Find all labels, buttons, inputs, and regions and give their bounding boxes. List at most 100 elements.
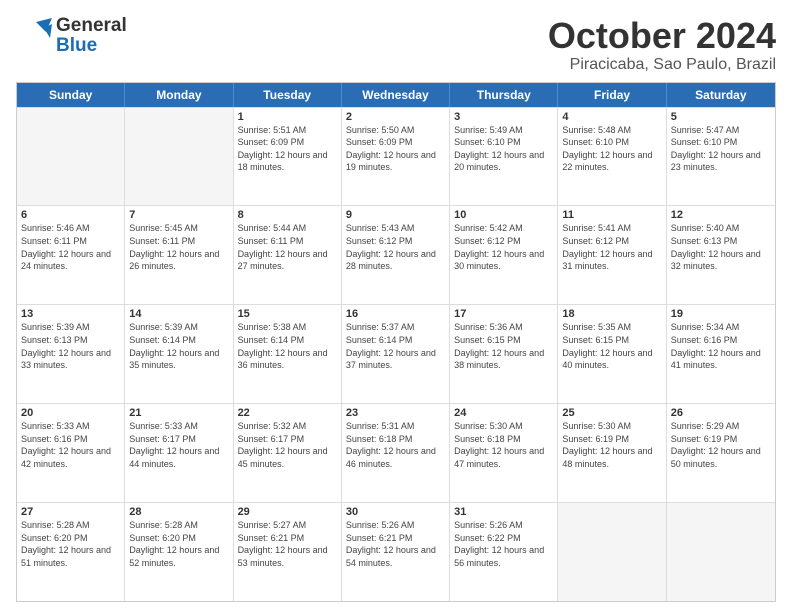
calendar-day-cell: 9Sunrise: 5:43 AM Sunset: 6:12 PM Daylig… xyxy=(342,206,450,304)
day-number: 16 xyxy=(346,308,445,320)
header: GeneralBlue October 2024 Piracicaba, Sao… xyxy=(16,16,776,74)
day-info: Sunrise: 5:38 AM Sunset: 6:14 PM Dayligh… xyxy=(238,321,337,371)
day-info: Sunrise: 5:36 AM Sunset: 6:15 PM Dayligh… xyxy=(454,321,553,371)
calendar-day-cell: 2Sunrise: 5:50 AM Sunset: 6:09 PM Daylig… xyxy=(342,108,450,206)
calendar-day-cell: 7Sunrise: 5:45 AM Sunset: 6:11 PM Daylig… xyxy=(125,206,233,304)
day-number: 13 xyxy=(21,308,120,320)
day-number: 23 xyxy=(346,407,445,419)
calendar-day-cell xyxy=(17,108,125,206)
day-info: Sunrise: 5:51 AM Sunset: 6:09 PM Dayligh… xyxy=(238,124,337,174)
day-number: 26 xyxy=(671,407,771,419)
calendar-header-row: SundayMondayTuesdayWednesdayThursdayFrid… xyxy=(17,83,775,107)
calendar-week-row: 13Sunrise: 5:39 AM Sunset: 6:13 PM Dayli… xyxy=(17,304,775,403)
location: Piracicaba, Sao Paulo, Brazil xyxy=(548,56,776,74)
day-number: 1 xyxy=(238,111,337,123)
logo-blue: Blue xyxy=(56,36,127,56)
day-number: 15 xyxy=(238,308,337,320)
calendar-header-cell: Saturday xyxy=(667,83,775,107)
day-number: 4 xyxy=(562,111,661,123)
calendar-week-row: 6Sunrise: 5:46 AM Sunset: 6:11 PM Daylig… xyxy=(17,205,775,304)
calendar: SundayMondayTuesdayWednesdayThursdayFrid… xyxy=(16,82,776,602)
day-number: 3 xyxy=(454,111,553,123)
title-block: October 2024 Piracicaba, Sao Paulo, Braz… xyxy=(548,16,776,74)
day-info: Sunrise: 5:39 AM Sunset: 6:14 PM Dayligh… xyxy=(129,321,228,371)
day-info: Sunrise: 5:35 AM Sunset: 6:15 PM Dayligh… xyxy=(562,321,661,371)
calendar-body: 1Sunrise: 5:51 AM Sunset: 6:09 PM Daylig… xyxy=(17,107,775,601)
day-info: Sunrise: 5:48 AM Sunset: 6:10 PM Dayligh… xyxy=(562,124,661,174)
day-info: Sunrise: 5:33 AM Sunset: 6:16 PM Dayligh… xyxy=(21,420,120,470)
month-title: October 2024 xyxy=(548,16,776,56)
calendar-day-cell: 14Sunrise: 5:39 AM Sunset: 6:14 PM Dayli… xyxy=(125,305,233,403)
day-info: Sunrise: 5:40 AM Sunset: 6:13 PM Dayligh… xyxy=(671,222,771,272)
day-number: 7 xyxy=(129,209,228,221)
day-number: 19 xyxy=(671,308,771,320)
calendar-week-row: 1Sunrise: 5:51 AM Sunset: 6:09 PM Daylig… xyxy=(17,107,775,206)
day-info: Sunrise: 5:37 AM Sunset: 6:14 PM Dayligh… xyxy=(346,321,445,371)
calendar-day-cell: 24Sunrise: 5:30 AM Sunset: 6:18 PM Dayli… xyxy=(450,404,558,502)
calendar-day-cell: 13Sunrise: 5:39 AM Sunset: 6:13 PM Dayli… xyxy=(17,305,125,403)
calendar-day-cell: 3Sunrise: 5:49 AM Sunset: 6:10 PM Daylig… xyxy=(450,108,558,206)
logo-text: GeneralBlue xyxy=(56,16,127,56)
day-number: 22 xyxy=(238,407,337,419)
calendar-day-cell: 26Sunrise: 5:29 AM Sunset: 6:19 PM Dayli… xyxy=(667,404,775,502)
logo: GeneralBlue xyxy=(16,16,127,56)
logo-bird-icon xyxy=(16,18,52,54)
calendar-week-row: 20Sunrise: 5:33 AM Sunset: 6:16 PM Dayli… xyxy=(17,403,775,502)
day-number: 30 xyxy=(346,506,445,518)
day-number: 14 xyxy=(129,308,228,320)
calendar-day-cell: 21Sunrise: 5:33 AM Sunset: 6:17 PM Dayli… xyxy=(125,404,233,502)
day-info: Sunrise: 5:42 AM Sunset: 6:12 PM Dayligh… xyxy=(454,222,553,272)
calendar-day-cell: 30Sunrise: 5:26 AM Sunset: 6:21 PM Dayli… xyxy=(342,503,450,601)
calendar-header-cell: Thursday xyxy=(450,83,558,107)
day-info: Sunrise: 5:28 AM Sunset: 6:20 PM Dayligh… xyxy=(21,519,120,569)
calendar-day-cell: 11Sunrise: 5:41 AM Sunset: 6:12 PM Dayli… xyxy=(558,206,666,304)
calendar-week-row: 27Sunrise: 5:28 AM Sunset: 6:20 PM Dayli… xyxy=(17,502,775,601)
day-number: 8 xyxy=(238,209,337,221)
calendar-day-cell: 4Sunrise: 5:48 AM Sunset: 6:10 PM Daylig… xyxy=(558,108,666,206)
day-number: 17 xyxy=(454,308,553,320)
day-info: Sunrise: 5:32 AM Sunset: 6:17 PM Dayligh… xyxy=(238,420,337,470)
day-number: 2 xyxy=(346,111,445,123)
calendar-header-cell: Wednesday xyxy=(342,83,450,107)
calendar-day-cell: 31Sunrise: 5:26 AM Sunset: 6:22 PM Dayli… xyxy=(450,503,558,601)
day-number: 11 xyxy=(562,209,661,221)
calendar-day-cell: 25Sunrise: 5:30 AM Sunset: 6:19 PM Dayli… xyxy=(558,404,666,502)
day-info: Sunrise: 5:39 AM Sunset: 6:13 PM Dayligh… xyxy=(21,321,120,371)
day-info: Sunrise: 5:41 AM Sunset: 6:12 PM Dayligh… xyxy=(562,222,661,272)
day-info: Sunrise: 5:30 AM Sunset: 6:19 PM Dayligh… xyxy=(562,420,661,470)
day-number: 18 xyxy=(562,308,661,320)
calendar-day-cell: 15Sunrise: 5:38 AM Sunset: 6:14 PM Dayli… xyxy=(234,305,342,403)
calendar-day-cell: 12Sunrise: 5:40 AM Sunset: 6:13 PM Dayli… xyxy=(667,206,775,304)
calendar-header-cell: Monday xyxy=(125,83,233,107)
calendar-day-cell: 19Sunrise: 5:34 AM Sunset: 6:16 PM Dayli… xyxy=(667,305,775,403)
calendar-day-cell: 18Sunrise: 5:35 AM Sunset: 6:15 PM Dayli… xyxy=(558,305,666,403)
calendar-header-cell: Sunday xyxy=(17,83,125,107)
calendar-day-cell: 8Sunrise: 5:44 AM Sunset: 6:11 PM Daylig… xyxy=(234,206,342,304)
day-number: 24 xyxy=(454,407,553,419)
day-number: 28 xyxy=(129,506,228,518)
calendar-day-cell: 5Sunrise: 5:47 AM Sunset: 6:10 PM Daylig… xyxy=(667,108,775,206)
day-info: Sunrise: 5:33 AM Sunset: 6:17 PM Dayligh… xyxy=(129,420,228,470)
day-info: Sunrise: 5:43 AM Sunset: 6:12 PM Dayligh… xyxy=(346,222,445,272)
day-number: 21 xyxy=(129,407,228,419)
calendar-day-cell xyxy=(125,108,233,206)
calendar-day-cell xyxy=(667,503,775,601)
page: GeneralBlue October 2024 Piracicaba, Sao… xyxy=(0,0,792,612)
calendar-day-cell: 6Sunrise: 5:46 AM Sunset: 6:11 PM Daylig… xyxy=(17,206,125,304)
day-info: Sunrise: 5:30 AM Sunset: 6:18 PM Dayligh… xyxy=(454,420,553,470)
calendar-day-cell: 17Sunrise: 5:36 AM Sunset: 6:15 PM Dayli… xyxy=(450,305,558,403)
day-info: Sunrise: 5:28 AM Sunset: 6:20 PM Dayligh… xyxy=(129,519,228,569)
logo-general: General xyxy=(56,16,127,36)
day-info: Sunrise: 5:44 AM Sunset: 6:11 PM Dayligh… xyxy=(238,222,337,272)
day-number: 5 xyxy=(671,111,771,123)
calendar-day-cell: 29Sunrise: 5:27 AM Sunset: 6:21 PM Dayli… xyxy=(234,503,342,601)
calendar-day-cell: 16Sunrise: 5:37 AM Sunset: 6:14 PM Dayli… xyxy=(342,305,450,403)
calendar-day-cell xyxy=(558,503,666,601)
day-info: Sunrise: 5:31 AM Sunset: 6:18 PM Dayligh… xyxy=(346,420,445,470)
day-number: 31 xyxy=(454,506,553,518)
day-number: 9 xyxy=(346,209,445,221)
calendar-day-cell: 28Sunrise: 5:28 AM Sunset: 6:20 PM Dayli… xyxy=(125,503,233,601)
calendar-day-cell: 10Sunrise: 5:42 AM Sunset: 6:12 PM Dayli… xyxy=(450,206,558,304)
day-number: 29 xyxy=(238,506,337,518)
day-info: Sunrise: 5:29 AM Sunset: 6:19 PM Dayligh… xyxy=(671,420,771,470)
